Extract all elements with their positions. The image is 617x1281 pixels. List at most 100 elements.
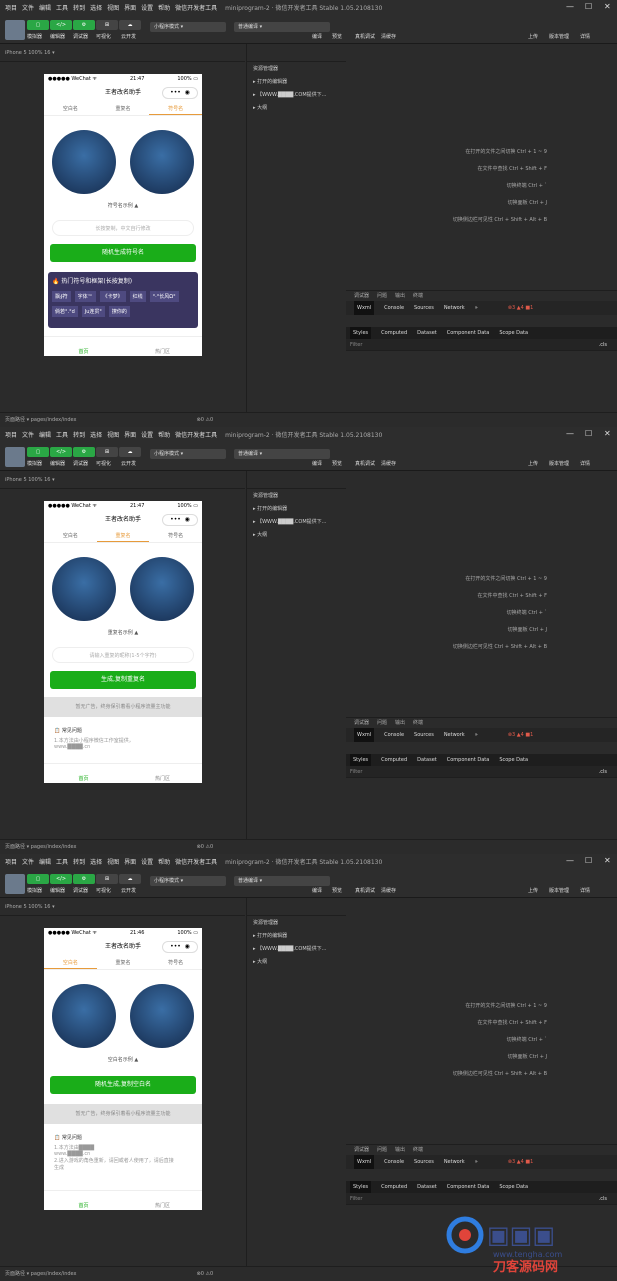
nav-0[interactable]: 首页	[44, 337, 123, 356]
simulator-toggle-button[interactable]: ▢	[27, 874, 49, 884]
editor-toggle-button[interactable]: </>	[50, 20, 72, 30]
visual-toggle-button[interactable]: ⊞	[96, 447, 118, 457]
toolbar-label[interactable]: 编译	[312, 33, 322, 40]
menu-item[interactable]: 微信开发者工具	[175, 5, 217, 12]
toolbar-label[interactable]: 版本管理	[549, 460, 569, 467]
symbol-chip[interactable]: 红线	[129, 291, 146, 302]
devtools-top-tab[interactable]: 问题	[377, 718, 387, 728]
menu-item[interactable]: 帮助	[158, 859, 170, 866]
cloud-toggle-button[interactable]: ☁	[119, 20, 141, 30]
menu-item[interactable]: 文件	[22, 432, 34, 439]
nav-0[interactable]: 首页	[44, 1191, 123, 1210]
menu-item[interactable]: 编辑	[39, 432, 51, 439]
avatar[interactable]	[5, 874, 25, 894]
debugger-toggle-button[interactable]: ⚙	[73, 447, 95, 457]
devtools-top-tab[interactable]: 终端	[413, 291, 423, 301]
menu-item[interactable]: 选择	[90, 5, 102, 12]
tab-0[interactable]: 空白名	[44, 529, 97, 542]
capsule-menu[interactable]: ••• ◉	[162, 514, 198, 526]
menu-item[interactable]: 工具	[56, 859, 68, 866]
explorer-item[interactable]: ▸ 大纲	[247, 955, 346, 968]
explorer-item[interactable]: ▸ 【WWW.████.COM提供下...	[247, 88, 346, 101]
devtools-top-tab[interactable]: 终端	[413, 1145, 423, 1155]
menu-item[interactable]: 转到	[73, 5, 85, 12]
styles-tab[interactable]: Dataset	[417, 1181, 437, 1193]
tab-2[interactable]: 符号名	[149, 956, 202, 969]
menu-item[interactable]: 帮助	[158, 5, 170, 12]
devtools-tab[interactable]: Wxml	[354, 1155, 375, 1169]
avatar[interactable]	[5, 447, 25, 467]
menu-item[interactable]: 设置	[141, 432, 153, 439]
capsule-menu[interactable]: ••• ◉	[162, 87, 198, 99]
mode-select[interactable]: 小程序模式 ▾	[150, 22, 226, 32]
devtools-top-tab[interactable]: 输出	[395, 718, 405, 728]
symbol-chip[interactable]: 字体™	[74, 291, 96, 302]
debugger-toggle-button[interactable]: ⚙	[73, 874, 95, 884]
device-bar[interactable]: iPhone 5 100% 16 ▾	[0, 44, 245, 62]
tab-1[interactable]: 重复名	[96, 529, 150, 542]
symbol-chip[interactable]: 撩你的	[108, 306, 130, 317]
mode-select[interactable]: 小程序模式 ▾	[150, 876, 226, 886]
minimize-icon[interactable]: —	[566, 429, 574, 438]
issue-counts[interactable]: ⊗3 ▲4 ■1	[508, 301, 533, 315]
devtools-tab[interactable]: »	[475, 728, 478, 742]
toolbar-label[interactable]: 上传	[528, 33, 538, 40]
menu-item[interactable]: 界面	[124, 432, 136, 439]
close-icon[interactable]: ✕	[604, 2, 611, 11]
close-icon[interactable]: ✕	[604, 856, 611, 865]
styles-filter[interactable]: Filter .cls	[346, 766, 617, 778]
toolbar-label[interactable]: 真机调试	[355, 887, 375, 894]
generate-button[interactable]: 随机生成,复制空白名	[50, 1076, 196, 1094]
symbol-chip[interactable]: Ju连贯°	[81, 306, 105, 317]
toolbar-label[interactable]: 预览	[332, 33, 342, 40]
styles-filter[interactable]: Filter .cls	[346, 339, 617, 351]
menu-item[interactable]: 视图	[107, 5, 119, 12]
menu-item[interactable]: 转到	[73, 432, 85, 439]
generate-button[interactable]: 随机生成符号名	[50, 244, 196, 262]
toolbar-label[interactable]: 版本管理	[549, 33, 569, 40]
menu-item[interactable]: 项目	[5, 859, 17, 866]
explorer-item[interactable]: ▸ 打开的编辑器	[247, 929, 346, 942]
styles-tab[interactable]: Styles	[350, 327, 372, 339]
nav-1[interactable]: 热门区	[123, 1191, 202, 1210]
menu-item[interactable]: 设置	[141, 5, 153, 12]
symbol-chip[interactable]: 倘若°.°d	[52, 306, 78, 317]
toolbar-label[interactable]: 上传	[528, 887, 538, 894]
menu-item[interactable]: 项目	[5, 432, 17, 439]
editor-toggle-button[interactable]: </>	[50, 874, 72, 884]
menu-item[interactable]: 文件	[22, 859, 34, 866]
menu-item[interactable]: 帮助	[158, 432, 170, 439]
styles-tab[interactable]: Scope Data	[499, 1181, 528, 1193]
menu-item[interactable]: 工具	[56, 432, 68, 439]
devtools-top-tab[interactable]: 调试器	[354, 1145, 369, 1155]
tab-2[interactable]: 符号名	[149, 102, 202, 115]
toolbar-label[interactable]: 真机调试	[355, 460, 375, 467]
devtools-top-tab[interactable]: 输出	[395, 1145, 405, 1155]
menu-item[interactable]: 编辑	[39, 5, 51, 12]
toolbar-label[interactable]: 详情	[580, 460, 590, 467]
cloud-toggle-button[interactable]: ☁	[119, 447, 141, 457]
devtools-tab[interactable]: Console	[384, 1155, 404, 1169]
toolbar-label[interactable]: 清缓存	[381, 460, 396, 467]
devtools-tab[interactable]: Console	[384, 301, 404, 315]
menu-item[interactable]: 选择	[90, 859, 102, 866]
menu-item[interactable]: 设置	[141, 859, 153, 866]
menu-item[interactable]: 转到	[73, 859, 85, 866]
devtools-top-tab[interactable]: 问题	[377, 1145, 387, 1155]
menu-item[interactable]: 微信开发者工具	[175, 432, 217, 439]
menu-item[interactable]: 工具	[56, 5, 68, 12]
styles-tab[interactable]: Component Data	[447, 1181, 490, 1193]
nav-1[interactable]: 热门区	[123, 764, 202, 783]
nav-1[interactable]: 热门区	[123, 337, 202, 356]
explorer-item[interactable]: ▸ 大纲	[247, 101, 346, 114]
sample-toggle[interactable]: 空白名示例 ▲	[44, 1056, 202, 1063]
editor-toggle-button[interactable]: </>	[50, 447, 72, 457]
menu-item[interactable]: 视图	[107, 432, 119, 439]
devtools-tab[interactable]: Sources	[414, 728, 434, 742]
toolbar-label[interactable]: 清缓存	[381, 33, 396, 40]
avatar[interactable]	[5, 20, 25, 40]
tab-2[interactable]: 符号名	[149, 529, 202, 542]
menu-item[interactable]: 界面	[124, 5, 136, 12]
generate-button[interactable]: 生成,复制重复名	[50, 671, 196, 689]
devtools-tab[interactable]: »	[475, 301, 478, 315]
